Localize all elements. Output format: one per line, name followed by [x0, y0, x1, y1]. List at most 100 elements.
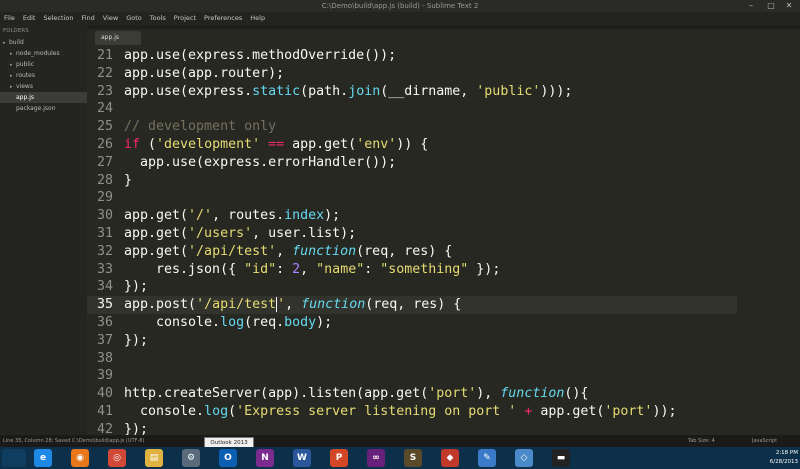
- code-token: "name": [316, 261, 365, 277]
- code-token: log: [220, 314, 245, 330]
- code-line[interactable]: 36 console.log(req.body);: [87, 314, 737, 332]
- menu-view[interactable]: View: [99, 12, 122, 25]
- line-number: 30: [96, 208, 113, 224]
- code-line[interactable]: 23 app.use(express.static(path.join(__dir…: [87, 83, 737, 101]
- sublime-icon[interactable]: S: [404, 449, 422, 467]
- code-line[interactable]: 42});: [87, 421, 737, 435]
- line-number: 24: [96, 101, 113, 117]
- settings-icon[interactable]: ⚙: [182, 449, 200, 467]
- explorer-icon[interactable]: ▤: [145, 449, 163, 467]
- code-line[interactable]: 38: [87, 350, 737, 368]
- code-line[interactable]: 28}: [87, 172, 737, 190]
- code-token: 'Express server listening on port ': [236, 403, 517, 419]
- menu-project[interactable]: Project: [170, 12, 200, 25]
- menu-file[interactable]: File: [0, 12, 19, 25]
- close-icon[interactable]: ✕: [780, 0, 798, 12]
- console-icon[interactable]: ▬: [552, 449, 570, 467]
- maximize-icon[interactable]: □: [762, 0, 780, 12]
- menu-selection[interactable]: Selection: [39, 12, 77, 25]
- code-line[interactable]: 35 app.post('/api/test', function(req, re…: [87, 296, 737, 314]
- status-tab-size[interactable]: Tab Size: 4: [688, 435, 715, 447]
- code-line[interactable]: 27 app.use(express.errorHandler());: [87, 154, 737, 172]
- menu-edit[interactable]: Edit: [19, 12, 40, 25]
- sidebar-item[interactable]: ▸ views: [0, 81, 87, 92]
- ie-icon[interactable]: e: [34, 449, 52, 467]
- outlook-icon[interactable]: O: [219, 449, 237, 467]
- code-token: ': [277, 297, 286, 313]
- code-token: (__dirname,: [380, 83, 477, 99]
- word-icon[interactable]: W: [293, 449, 311, 467]
- menu-tools[interactable]: Tools: [146, 12, 170, 25]
- code-token: , routes.: [212, 208, 285, 224]
- menu-find[interactable]: Find: [77, 12, 98, 25]
- minimize-icon[interactable]: –: [742, 0, 760, 12]
- sidebar: FOLDERS ▸ build ▸ node_modules ▸ public ▸ route…: [0, 25, 87, 435]
- code-line[interactable]: 33 res.json({ "id": 2, "name": "somethin…: [87, 261, 737, 279]
- visual-studio-icon[interactable]: ∞: [367, 449, 385, 467]
- tab-app-js[interactable]: app.js: [95, 31, 141, 45]
- code-token: (req, res) {: [356, 243, 453, 259]
- code-line[interactable]: 31 app.get('/users', user.list);: [87, 225, 737, 243]
- sidebar-item[interactable]: package.json: [0, 103, 87, 114]
- code-editor[interactable]: 21 app.use(express.methodOverride()); 22 ap…: [87, 45, 800, 435]
- code-token: 'port': [604, 403, 653, 419]
- sidebar-item[interactable]: app.js: [0, 92, 87, 103]
- clock[interactable]: 2:18 PM 6/28/2013: [760, 449, 798, 467]
- code-token: app.post(: [124, 297, 197, 313]
- code-token: '/api/test: [196, 297, 277, 313]
- line-number: 34: [96, 279, 113, 295]
- code-line[interactable]: 29: [87, 189, 737, 207]
- code-token: });: [124, 332, 149, 348]
- code-line[interactable]: 25 // development only: [87, 118, 737, 136]
- sidebar-item-label: routes: [16, 72, 35, 79]
- code-line[interactable]: 37});: [87, 332, 737, 350]
- code-token: console.: [124, 314, 221, 330]
- code-line[interactable]: 41 console.log('Express server listening…: [87, 403, 737, 421]
- line-number: 32: [96, 243, 113, 259]
- line-number: 25: [96, 119, 113, 135]
- code-token: });: [124, 421, 149, 435]
- code-token: "id": [244, 261, 277, 277]
- line-number: 27: [96, 154, 113, 170]
- code-line[interactable]: 39: [87, 367, 737, 385]
- network-icon[interactable]: ◇: [515, 449, 533, 467]
- menu-preferences[interactable]: Preferences: [200, 12, 246, 25]
- sidebar-item[interactable]: ▸ routes: [0, 70, 87, 81]
- code-token: if: [124, 136, 141, 152]
- menu-help[interactable]: Help: [246, 12, 269, 25]
- line-number: 31: [96, 225, 113, 241]
- code-token: ));: [652, 403, 677, 419]
- code-line[interactable]: 22 app.use(app.router);: [87, 65, 737, 83]
- chrome-icon[interactable]: ◎: [108, 449, 126, 467]
- sidebar-item[interactable]: ▸ public: [0, 59, 87, 70]
- code-line[interactable]: 40 http.createServer(app).listen(app.get(…: [87, 385, 737, 403]
- onenote-icon[interactable]: N: [256, 449, 274, 467]
- code-line[interactable]: 34});: [87, 278, 737, 296]
- code-token: ==: [268, 136, 285, 152]
- code-line[interactable]: 24: [87, 100, 737, 118]
- code-token: app.get(: [532, 403, 605, 419]
- code-line[interactable]: 32 app.get('/api/test', function(req, res…: [87, 243, 737, 261]
- git-icon[interactable]: ◆: [441, 449, 459, 467]
- start-button[interactable]: [2, 449, 26, 467]
- code-token: app.use(app.router);: [124, 65, 285, 81]
- code-token: function: [292, 243, 357, 259]
- menu-goto[interactable]: Goto: [122, 12, 146, 25]
- paint-icon[interactable]: ✎: [478, 449, 496, 467]
- line-number: 39: [96, 368, 113, 384]
- code-token: , user.list);: [252, 225, 357, 241]
- sidebar-item[interactable]: ▸ build: [0, 37, 87, 48]
- code-line[interactable]: 30 app.get('/', routes.index);: [87, 207, 737, 225]
- code-line[interactable]: 21 app.use(express.methodOverride());: [87, 47, 737, 65]
- sidebar-header: FOLDERS: [3, 28, 29, 34]
- sidebar-item[interactable]: ▸ node_modules: [0, 48, 87, 59]
- line-number: 28: [96, 172, 113, 188]
- status-position: Line 35, Column 28; Saved C:\Demo\build\…: [3, 438, 145, 444]
- code-line[interactable]: 26 if ('development' == app.get('env')) {: [87, 136, 737, 154]
- code-token: console.: [124, 403, 205, 419]
- status-syntax[interactable]: JavaScript: [752, 435, 777, 447]
- line-number: 33: [96, 261, 113, 277]
- powerpoint-icon[interactable]: P: [330, 449, 348, 467]
- code-token: :: [276, 261, 293, 277]
- firefox-icon[interactable]: ◉: [71, 449, 89, 467]
